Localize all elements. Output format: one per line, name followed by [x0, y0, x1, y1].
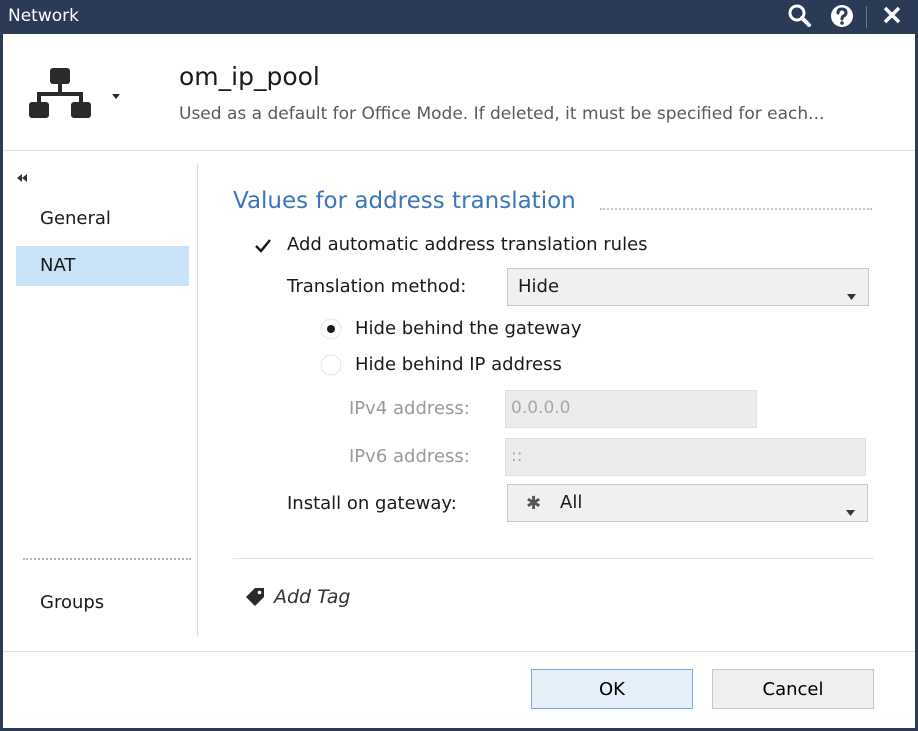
auto-translation-label: Add automatic address translation rules: [287, 234, 648, 255]
translation-method-label: Translation method:: [287, 276, 467, 297]
asterisk-icon: ✱: [526, 493, 542, 514]
auto-translation-checkbox[interactable]: [253, 236, 273, 256]
translation-method-select[interactable]: Hide: [507, 268, 869, 306]
network-icon: [29, 68, 91, 120]
hide-gateway-radio[interactable]: [320, 318, 342, 340]
translation-method-value: Hide: [518, 276, 560, 297]
object-name[interactable]: om_ip_pool: [179, 62, 320, 91]
section-divider: [600, 208, 872, 210]
collapse-icon[interactable]: [15, 169, 29, 182]
sidebar-divider: [23, 558, 191, 560]
titlebar-separator: [866, 6, 867, 28]
help-icon[interactable]: [826, 1, 858, 31]
close-icon[interactable]: [876, 1, 908, 31]
tag-icon[interactable]: [245, 587, 265, 607]
ipv4-address-field[interactable]: 0.0.0.0: [505, 390, 757, 428]
sidebar-item-groups[interactable]: Groups: [16, 583, 189, 623]
sidebar-item-general[interactable]: General: [16, 199, 189, 239]
hide-ip-label: Hide behind IP address: [355, 354, 562, 375]
title-bar: Network: [0, 0, 918, 34]
install-gateway-label: Install on gateway:: [287, 493, 457, 514]
chevron-down-icon: [847, 284, 856, 300]
section-title: Values for address translation: [233, 188, 576, 214]
object-description[interactable]: Used as a default for Office Mode. If de…: [179, 104, 824, 124]
install-gateway-value: All: [560, 492, 583, 513]
install-gateway-select[interactable]: ✱ All: [507, 484, 868, 522]
ipv6-label: IPv6 address:: [349, 446, 470, 467]
footer-divider: [3, 651, 915, 652]
object-menu-chevron-down-icon[interactable]: [111, 86, 121, 99]
sidebar: General NAT Groups: [3, 151, 198, 641]
cancel-button[interactable]: Cancel: [712, 669, 874, 709]
ok-button[interactable]: OK: [531, 669, 693, 709]
window-title: Network: [8, 6, 79, 26]
object-header: om_ip_pool Used as a default for Office …: [3, 34, 915, 151]
chevron-down-icon: [846, 500, 855, 516]
hide-gateway-label: Hide behind the gateway: [355, 318, 582, 339]
ipv6-address-field[interactable]: ::: [505, 438, 866, 476]
hide-ip-radio[interactable]: [320, 354, 342, 376]
content-divider: [233, 558, 874, 559]
sidebar-separator: [197, 164, 198, 636]
add-tag-link[interactable]: Add Tag: [274, 586, 350, 608]
ipv4-label: IPv4 address:: [349, 398, 470, 419]
search-icon[interactable]: [784, 1, 816, 31]
sidebar-item-nat[interactable]: NAT: [16, 246, 189, 286]
